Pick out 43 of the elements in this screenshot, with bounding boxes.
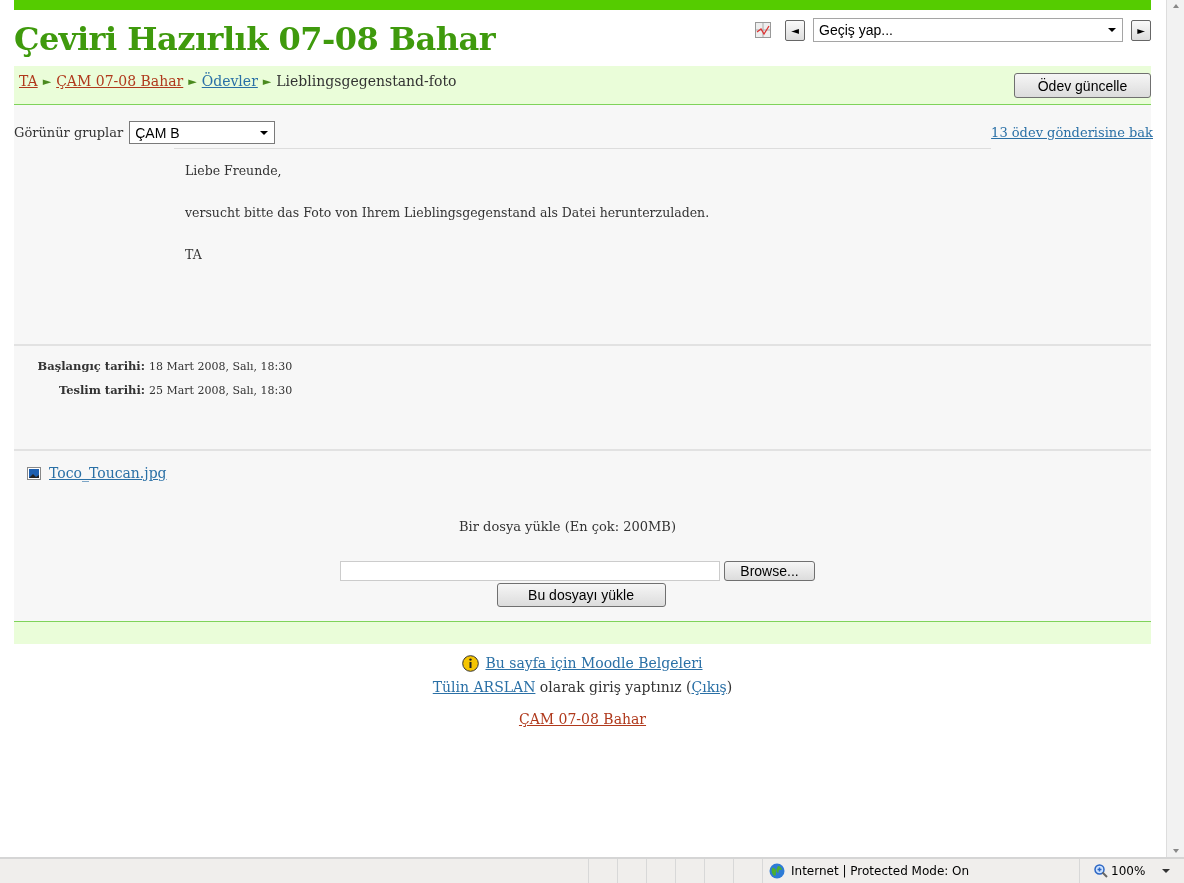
separator-icon: ► xyxy=(42,74,52,88)
zoom-control[interactable]: 100% xyxy=(1079,859,1171,883)
date-label: Teslim tarihi: xyxy=(57,383,146,397)
breadcrumb-link[interactable]: TA xyxy=(19,73,38,89)
update-button[interactable]: Ödev güncelle xyxy=(1014,73,1151,98)
image-file-icon xyxy=(27,466,41,480)
caret-icon xyxy=(1162,869,1171,873)
zoom-icon xyxy=(1094,864,1108,878)
date-value: 25 Mart 2008, Salı, 18:30 xyxy=(149,384,294,397)
breadcrumb-link[interactable]: ÇAM 07-08 Bahar xyxy=(56,73,184,89)
browse-button[interactable]: Browse... xyxy=(724,561,815,581)
logout-link[interactable]: Çıkış xyxy=(691,679,727,695)
caret-icon xyxy=(260,130,269,135)
jump-select[interactable]: Geçiş yap... xyxy=(813,18,1123,42)
separator-icon: ► xyxy=(188,74,197,88)
separator-icon: ► xyxy=(262,74,272,88)
login-info: Tülin ARSLAN olarak giriş yaptınız (Çıkış) xyxy=(432,679,733,695)
scrollbar[interactable] xyxy=(1166,0,1184,857)
breadcrumb-current: Lieblingsgegenstand-foto xyxy=(276,73,457,89)
breadcrumb-link[interactable]: Ödevler xyxy=(201,73,258,89)
page-title: Çeviri Hazırlık 07-08 Bahar xyxy=(14,20,496,58)
date-value: 18 Mart 2008, Salı, 18:30 xyxy=(149,360,294,373)
groups-label: Görünür gruplar xyxy=(14,125,124,140)
file-link[interactable]: Toco_Toucan.jpg xyxy=(49,465,167,481)
docs-link[interactable]: Bu sayfa için Moodle Belgeleri xyxy=(485,655,703,671)
intro-text: Liebe Freunde, xyxy=(185,163,283,178)
submissions-link[interactable]: 13 ödev gönderisine bak xyxy=(991,125,1153,140)
intro-text: TA xyxy=(185,247,203,262)
security-zone: Internet | Protected Mode: On xyxy=(791,864,970,878)
groups-select[interactable]: ÇAM B xyxy=(129,121,276,144)
next-button[interactable]: ► xyxy=(1131,19,1151,41)
upload-title: Bir dosya yükle (En çok: 200MB) xyxy=(459,519,676,534)
date-label: Başlangıç tarihi: xyxy=(36,359,146,373)
chart-icon[interactable] xyxy=(755,22,771,38)
info-icon xyxy=(462,654,480,672)
globe-icon xyxy=(769,863,785,879)
previous-button[interactable]: ◄ xyxy=(785,19,805,41)
user-link[interactable]: Tülin ARSLAN xyxy=(432,679,536,695)
caret-icon xyxy=(1108,28,1116,32)
file-input-field[interactable] xyxy=(340,561,720,581)
upload-button[interactable]: Bu dosyayı yükle xyxy=(496,583,666,607)
course-link[interactable]: ÇAM 07-08 Bahar xyxy=(518,711,647,727)
intro-text: versucht bitte das Foto von Ihrem Lieblingsgegenstand als Datei herunterzuladen. xyxy=(185,205,711,220)
